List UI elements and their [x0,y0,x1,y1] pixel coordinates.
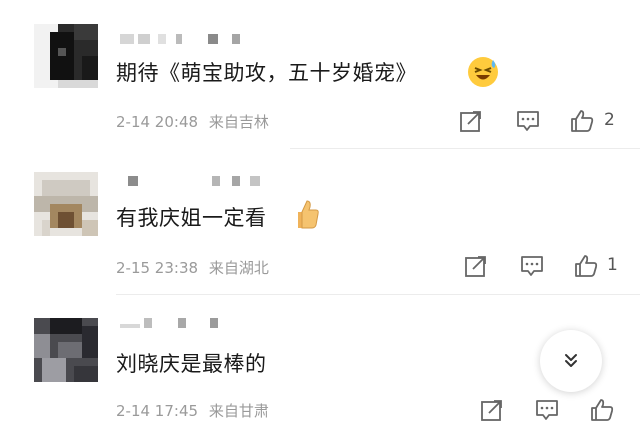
username-mosaic[interactable] [120,318,230,330]
laughing-with-sweat-emoji [468,57,498,87]
scroll-down-button[interactable] [540,330,602,392]
comment-meta: 2-14 17:45 来自甘肃 [116,400,269,421]
comment-date: 2-14 17:45 [116,402,199,420]
chevron-double-down-icon [565,354,577,367]
avatar[interactable] [34,318,98,382]
divider [290,148,640,149]
comment-item: 期待《萌宝助攻，五十岁婚宠》 2-14 20:48 来自吉林 2 [0,0,640,150]
repost-icon[interactable] [479,397,505,423]
comment-icon[interactable] [519,253,545,279]
comment-source: 来自吉林 [208,113,269,131]
thumbs-up-emoji [298,200,319,229]
comment-actions [479,397,629,423]
comment-text-content: 有我庆姐一定看 [116,206,267,230]
like-count: 2 [604,110,615,130]
comment-text-content: 刘晓庆是最棒的 [116,352,267,376]
comment-source: 来自湖北 [208,259,269,277]
repost-icon[interactable] [458,108,484,134]
like-icon[interactable] [589,397,615,423]
comment-text: 刘晓庆是最棒的 [116,348,267,378]
comment-meta: 2-14 20:48 来自吉林 [116,111,269,132]
username-mosaic[interactable] [120,34,250,46]
username-mosaic[interactable] [128,176,268,188]
like-icon[interactable] [569,108,595,134]
comment-text: 期待《萌宝助攻，五十岁婚宠》 [116,57,417,87]
comment-actions: 2 [458,108,628,134]
divider [116,294,640,295]
comment-meta: 2-15 23:38 来自湖北 [116,257,269,278]
like-count: 1 [607,255,618,275]
repost-icon[interactable] [463,253,489,279]
avatar[interactable] [34,24,98,88]
comment-actions: 1 [463,253,633,279]
comment-source: 来自甘肃 [208,402,269,420]
comment-icon[interactable] [515,108,541,134]
comment-date: 2-14 20:48 [116,113,199,131]
comment-date: 2-15 23:38 [116,259,199,277]
comment-item: 有我庆姐一定看 2-15 23:38 来自湖北 1 [0,150,640,295]
avatar[interactable] [34,172,98,236]
comment-text: 有我庆姐一定看 [116,202,267,232]
comment-text-content: 期待《萌宝助攻，五十岁婚宠》 [116,61,417,85]
comment-icon[interactable] [534,397,560,423]
like-icon[interactable] [573,253,599,279]
